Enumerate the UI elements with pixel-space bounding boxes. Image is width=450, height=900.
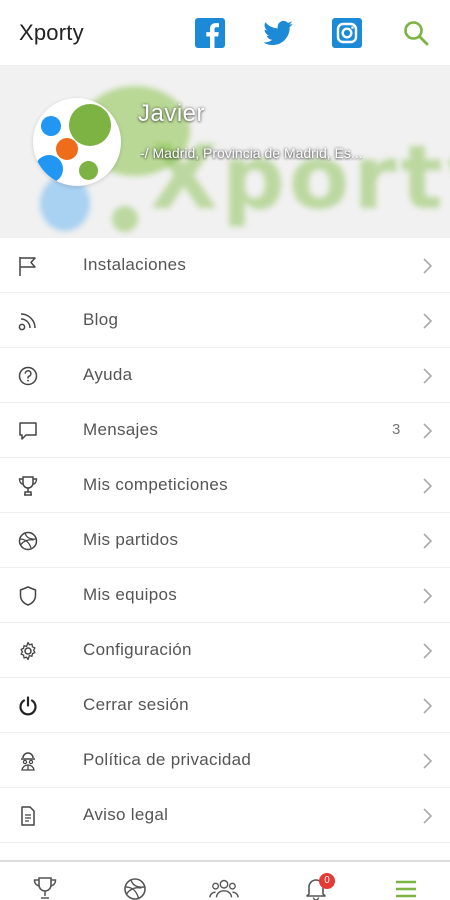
group-icon[interactable]	[209, 876, 239, 900]
menu-item-label: Mis equipos	[83, 585, 178, 604]
menu-item-label: Mensajes	[83, 420, 159, 439]
trophy-icon	[17, 475, 39, 497]
menu-item-label: Instalaciones	[83, 255, 187, 274]
search-icon[interactable]	[400, 17, 432, 49]
ball-icon	[17, 530, 39, 552]
menu-item-mis-partidos[interactable]: Mis partidos	[0, 513, 450, 568]
flag-icon	[17, 255, 39, 277]
menu-item-label: Mis competiciones	[83, 475, 228, 494]
facebook-icon[interactable]	[194, 17, 226, 49]
shield-icon	[17, 585, 39, 607]
chevron-right-icon	[423, 478, 433, 494]
message-count: 3	[392, 421, 401, 438]
chevron-right-icon	[423, 643, 433, 659]
top-bar: Xporty	[0, 0, 450, 66]
user-name: Javier	[138, 100, 206, 127]
menu-item-label: Aviso legal	[83, 805, 169, 824]
menu-item-label: Configuración	[83, 640, 192, 659]
menu-item-configuracion[interactable]: Configuración	[0, 623, 450, 678]
app-title: Xporty	[19, 20, 84, 45]
menu-item-label: Política de privacidad	[83, 750, 252, 769]
privacy-icon	[17, 750, 39, 772]
chevron-right-icon	[423, 423, 433, 439]
menu-item-label: Cerrar sesión	[83, 695, 189, 714]
menu-item-blog[interactable]: Blog	[0, 293, 450, 348]
menu-item-instalaciones[interactable]: Instalaciones	[0, 238, 450, 293]
twitter-icon[interactable]	[262, 17, 294, 49]
trophy-icon[interactable]	[30, 876, 60, 900]
menu-item-label: Ayuda	[83, 365, 133, 384]
rss-icon	[17, 310, 39, 332]
menu-item-ayuda[interactable]: Ayuda	[0, 348, 450, 403]
gear-icon	[17, 640, 39, 662]
message-icon	[17, 420, 39, 442]
chevron-right-icon	[423, 368, 433, 384]
menu-item-label: Mis partidos	[83, 530, 179, 549]
menu-item-mensajes[interactable]: Mensajes 3	[0, 403, 450, 458]
menu-item-politica-privacidad[interactable]: Política de privacidad	[0, 733, 450, 788]
app-screen: Xporty Xport Javier -/ Madrid, Provincia…	[0, 0, 450, 900]
menu-item-mis-equipos[interactable]: Mis equipos	[0, 568, 450, 623]
chevron-right-icon	[423, 258, 433, 274]
hero-watermark: Xporty	[150, 126, 450, 229]
document-icon	[17, 805, 39, 827]
menu-icon[interactable]	[391, 876, 421, 900]
chevron-right-icon	[423, 753, 433, 769]
help-icon	[17, 365, 39, 387]
chevron-right-icon	[423, 698, 433, 714]
menu-item-label: Blog	[83, 310, 119, 329]
bottom-nav	[0, 860, 450, 900]
chevron-right-icon	[423, 588, 433, 604]
chevron-right-icon	[423, 313, 433, 329]
user-location: -/ Madrid, Provincia de Madrid, Es...	[140, 145, 363, 161]
side-menu: Instalaciones Blog Ayuda Mensajes 3 Mis …	[0, 238, 450, 843]
power-icon	[17, 695, 39, 717]
chevron-right-icon	[423, 533, 433, 549]
chevron-right-icon	[423, 808, 433, 824]
menu-item-cerrar-sesion[interactable]: Cerrar sesión	[0, 678, 450, 733]
notification-badge: 0	[319, 873, 335, 889]
menu-item-mis-competiciones[interactable]: Mis competiciones	[0, 458, 450, 513]
instagram-icon[interactable]	[331, 17, 363, 49]
avatar[interactable]	[33, 98, 121, 186]
ball-icon[interactable]	[120, 876, 150, 900]
menu-item-aviso-legal[interactable]: Aviso legal	[0, 788, 450, 843]
